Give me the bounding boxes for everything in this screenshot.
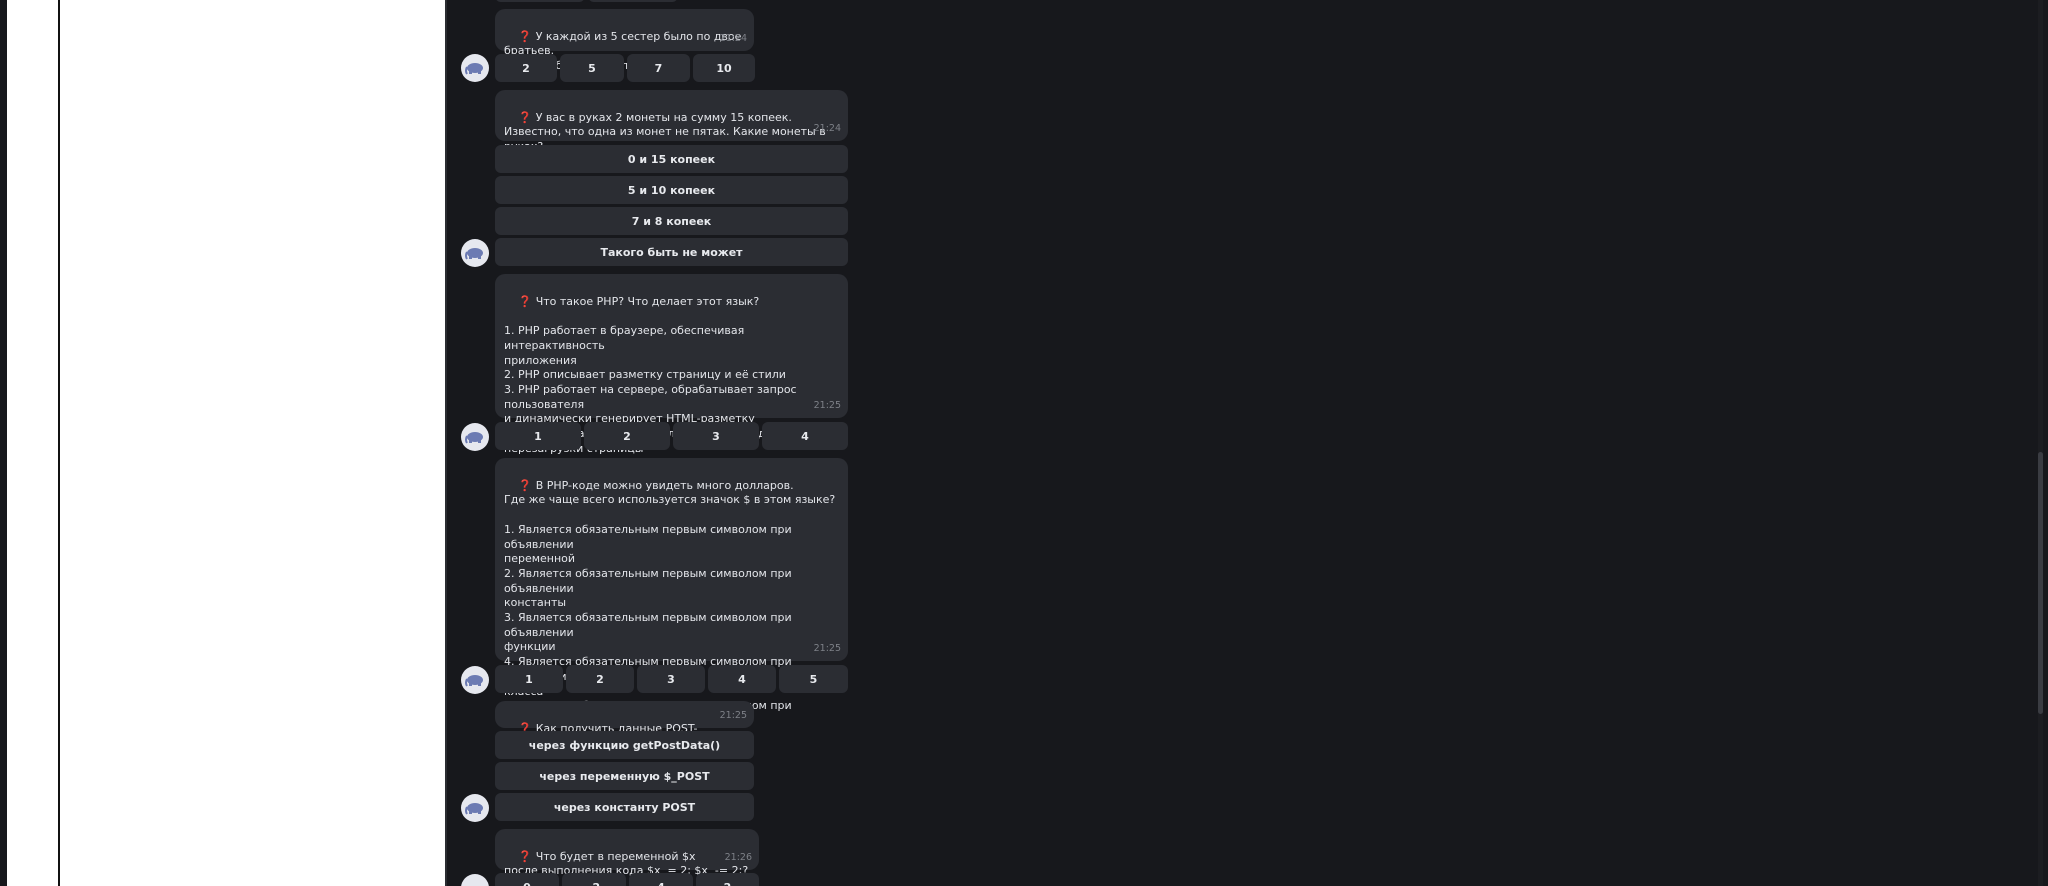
answer-button[interactable]: 2 — [584, 422, 670, 450]
answer-button[interactable]: 4 — [629, 873, 693, 886]
answer-button[interactable]: 4 — [762, 422, 848, 450]
scrollbar[interactable] — [2038, 0, 2043, 886]
previous-keyboard — [495, 0, 678, 2]
keyboard-button[interactable] — [495, 0, 585, 2]
answer-button[interactable]: 1 — [495, 665, 563, 693]
answer-button[interactable]: через функцию getPostData() — [495, 731, 754, 759]
php-elephant-icon — [465, 432, 483, 444]
bot-avatar[interactable] — [461, 239, 489, 267]
message-bubble: ❓Как получить данные POST-запроса? 21:25 — [495, 701, 754, 749]
answer-button[interactable]: 5 — [560, 54, 624, 82]
inline-keyboard: 1 2 3 4 — [495, 422, 848, 450]
message-bubble: ❓ У каждой из 5 сестер было по двое брать… — [495, 9, 754, 72]
answer-button[interactable]: 4 — [708, 665, 776, 693]
bot-avatar[interactable] — [461, 794, 489, 822]
php-elephant-icon — [465, 63, 483, 75]
answer-button[interactable]: 2 — [566, 665, 634, 693]
answer-button[interactable]: 0 и 15 копеек — [495, 145, 848, 173]
bot-avatar[interactable] — [461, 874, 489, 886]
message-bubble: ❓ У вас в руках 2 монеты на сумму 15 копе… — [495, 90, 848, 153]
bot-avatar[interactable] — [461, 423, 489, 451]
left-edge — [0, 0, 7, 886]
answer-button[interactable]: через переменную $_POST — [495, 762, 754, 790]
question-mark-icon: ❓ — [518, 29, 532, 43]
message-time: 21:24 — [719, 33, 747, 45]
answer-button[interactable]: 3 — [673, 422, 759, 450]
message-time: 21:25 — [719, 710, 747, 722]
answer-button[interactable]: 10 — [693, 54, 755, 82]
message-time: 21:24 — [813, 123, 841, 135]
answer-button[interactable]: 5 — [779, 665, 848, 693]
inline-keyboard: 2 5 7 10 — [495, 54, 755, 82]
php-elephant-icon — [465, 675, 483, 687]
chat-area[interactable]: ❓ У каждой из 5 сестер было по двое брать… — [447, 0, 2043, 886]
answer-button[interactable]: 0 — [495, 873, 559, 886]
answer-button[interactable]: 7 — [627, 54, 690, 82]
question-mark-icon: ❓ — [518, 849, 532, 863]
message-time: 21:26 — [724, 852, 752, 864]
scrollbar-thumb[interactable] — [2038, 452, 2043, 714]
message-bubble: ❓ В PHP-коде можно увидеть много долларов… — [495, 458, 848, 742]
inline-keyboard: 0 -2 4 2 — [495, 873, 759, 886]
answer-button[interactable]: 1 — [495, 422, 581, 450]
answer-button[interactable]: 2 — [696, 873, 759, 886]
bot-avatar[interactable] — [461, 54, 489, 82]
message-bubble: ❓ Что будет в переменной $x после выполне… — [495, 829, 759, 877]
answer-button[interactable]: 7 и 8 копеек — [495, 207, 848, 235]
bot-avatar[interactable] — [461, 666, 489, 694]
message-time: 21:25 — [813, 643, 841, 655]
answer-button[interactable]: -2 — [562, 873, 626, 886]
answer-button[interactable]: 3 — [637, 665, 705, 693]
php-elephant-icon — [465, 803, 483, 815]
folder-panel — [7, 0, 59, 886]
message-time: 21:25 — [813, 400, 841, 412]
keyboard-button[interactable] — [588, 0, 678, 2]
php-elephant-icon — [465, 248, 483, 260]
answer-button[interactable]: 2 — [495, 54, 557, 82]
question-mark-icon: ❓ — [518, 294, 532, 308]
answer-button[interactable]: 5 и 10 копеек — [495, 176, 848, 204]
chat-list-panel — [60, 0, 445, 886]
message-bubble: ❓ Что такое PHP? Что делает этот язык? 1.… — [495, 274, 848, 455]
question-mark-icon: ❓ — [518, 478, 532, 492]
inline-keyboard: 1 2 3 4 5 — [495, 665, 848, 693]
answer-button[interactable]: через константу POST — [495, 793, 754, 821]
answer-button[interactable]: Такого быть не может — [495, 238, 848, 266]
question-mark-icon: ❓ — [518, 110, 532, 124]
